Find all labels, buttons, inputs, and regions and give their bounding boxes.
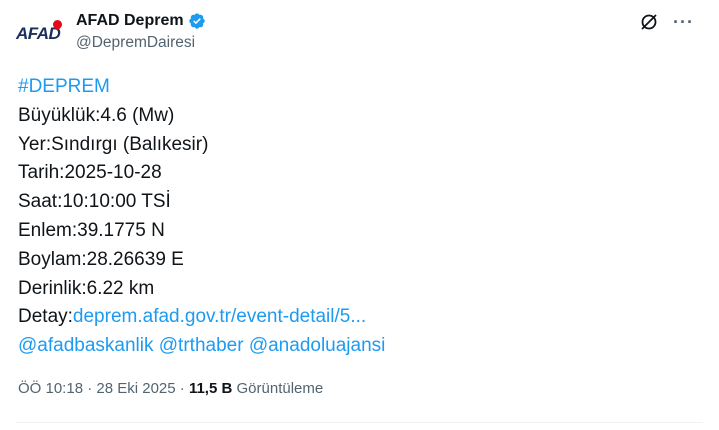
handle[interactable]: @DepremDairesi <box>76 34 206 52</box>
more-options-icon[interactable]: ··· <box>673 12 694 32</box>
depth-line: Derinlik:6.22 km <box>18 277 155 299</box>
detail-link[interactable]: deprem.afad.gov.tr/event-detail/5... <box>73 306 366 327</box>
mention-link[interactable]: @afadbaskanlik <box>18 335 153 356</box>
tweet: AFAD AFAD Deprem @DepremDairesi ··· #DEP… <box>0 0 719 430</box>
views-count: 11,5 B <box>188 380 233 397</box>
tweet-header: AFAD AFAD Deprem @DepremDairesi ··· <box>16 8 706 58</box>
header-actions: ··· <box>639 12 694 32</box>
verified-badge-icon[interactable] <box>188 12 206 30</box>
detail-label: Detay: <box>18 306 73 328</box>
timestamp[interactable]: ÖÖ 10:18 · 28 Eki 2025 <box>18 380 176 397</box>
magnitude-line: Büyüklük:4.6 (Mw) <box>18 104 175 126</box>
avatar[interactable]: AFAD <box>16 14 66 54</box>
meta-separator: · <box>175 380 189 397</box>
hashtag-link[interactable]: #DEPREM <box>18 76 110 97</box>
tweet-meta: ÖÖ 10:18 · 28 Eki 2025 · 11,5 B Görüntül… <box>18 380 323 397</box>
time-line: Saat:10:10:00 TSİ <box>18 191 171 213</box>
latitude-line: Enlem:39.1775 N <box>18 219 165 241</box>
mention-link[interactable]: @anadoluajansi <box>249 335 386 356</box>
date-line: Tarih:2025-10-28 <box>18 162 162 184</box>
divider <box>16 422 703 423</box>
tweet-body: #DEPREM Büyüklük:4.6 (Mw) Yer:Sındırgı (… <box>18 73 385 361</box>
detail-line: Detay:deprem.afad.gov.tr/event-detail/5.… <box>18 303 385 332</box>
hashtag-line: #DEPREM <box>18 73 385 102</box>
longitude-line: Boylam:28.26639 E <box>18 248 184 270</box>
grok-icon[interactable] <box>639 12 659 32</box>
display-name[interactable]: AFAD Deprem <box>76 12 184 30</box>
author-info: AFAD Deprem @DepremDairesi <box>76 10 206 52</box>
mention-link[interactable]: @trthaber <box>159 335 244 356</box>
views-label: Görüntüleme <box>236 380 324 397</box>
location-line: Yer:Sındırgı (Balıkesir) <box>18 133 209 155</box>
display-name-row: AFAD Deprem <box>76 10 206 32</box>
mentions-line: @afadbaskanlik @trthaber @anadoluajansi <box>18 332 385 361</box>
afad-logo: AFAD <box>16 18 64 44</box>
